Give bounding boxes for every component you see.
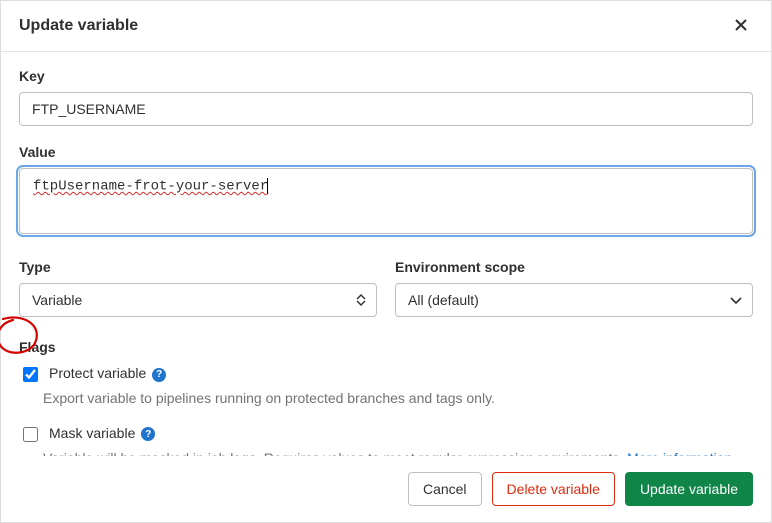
protect-variable-label: Protect variable bbox=[49, 365, 146, 381]
protect-variable-desc: Export variable to pipelines running on … bbox=[43, 389, 753, 409]
value-textarea[interactable] bbox=[19, 168, 753, 234]
mask-variable-label: Mask variable bbox=[49, 425, 135, 441]
type-label: Type bbox=[19, 259, 377, 275]
scope-dropdown[interactable]: All (default) bbox=[395, 283, 753, 317]
update-variable-button[interactable]: Update variable bbox=[625, 472, 753, 506]
modal-title: Update variable bbox=[19, 17, 138, 35]
scope-selected: All (default) bbox=[408, 292, 479, 308]
modal-body: Key Value ftpUsername-frot-your-server T… bbox=[1, 52, 771, 456]
chevron-down-icon bbox=[730, 292, 742, 308]
modal-footer: Cancel Delete variable Update variable bbox=[1, 456, 771, 522]
close-icon bbox=[733, 21, 749, 36]
modal-header: Update variable bbox=[1, 1, 771, 52]
key-input[interactable] bbox=[19, 92, 753, 126]
mask-variable-desc: Variable will be masked in job logs. Req… bbox=[43, 449, 753, 456]
help-icon[interactable]: ? bbox=[152, 368, 166, 382]
updown-icon bbox=[356, 294, 366, 306]
scope-label: Environment scope bbox=[395, 259, 753, 275]
close-button[interactable] bbox=[729, 13, 753, 39]
delete-variable-button[interactable]: Delete variable bbox=[492, 472, 615, 506]
mask-variable-checkbox[interactable] bbox=[23, 427, 38, 442]
type-selected: Variable bbox=[32, 292, 82, 308]
update-variable-modal: Update variable Key Value ftpUsername-fr… bbox=[0, 0, 772, 523]
key-label: Key bbox=[19, 68, 753, 84]
flags-title: Flags bbox=[19, 339, 753, 355]
protect-variable-checkbox[interactable] bbox=[23, 367, 38, 382]
help-icon[interactable]: ? bbox=[141, 427, 155, 441]
value-label: Value bbox=[19, 144, 753, 160]
cancel-button[interactable]: Cancel bbox=[408, 472, 482, 506]
type-dropdown[interactable]: Variable bbox=[19, 283, 377, 317]
